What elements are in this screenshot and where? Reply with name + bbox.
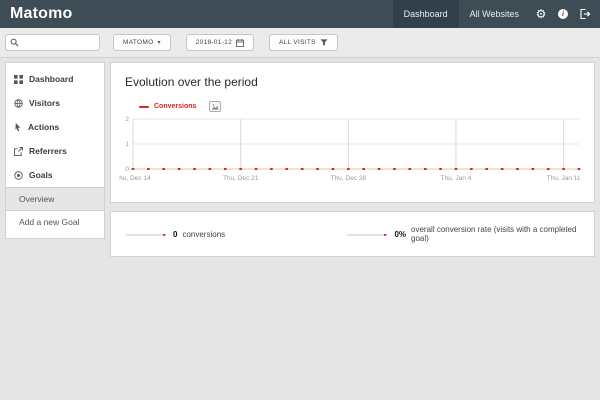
visitors-icon (14, 99, 23, 108)
sidebar-item-dashboard[interactable]: Dashboard (6, 67, 104, 91)
search-box[interactable] (5, 34, 100, 51)
segment-selector-button[interactable]: ALL VISITS (269, 34, 338, 51)
conversions-sparkline (124, 228, 168, 240)
legend-label: Conversions (154, 103, 196, 110)
toolbar: MATOMO ▾ 2018-01-12 ALL VISITS (0, 28, 600, 58)
sidebar-item-goals[interactable]: Goals (6, 163, 104, 187)
evolution-line-chart[interactable]: 0 1 2 Thu, Dec 14 Thu, Dec 21 Thu, Dec 28 Thu,… (119, 114, 586, 186)
search-input[interactable] (22, 39, 95, 46)
referrers-icon (14, 147, 23, 156)
goals-icon (14, 171, 23, 180)
conversion-rate-metric[interactable]: 0% overall conversion rate (visits with … (345, 225, 594, 243)
chevron-down-icon: ▾ (157, 39, 160, 46)
top-menu: Dashboard All Websites ⚙ i (393, 0, 600, 28)
svg-text:2: 2 (125, 116, 129, 123)
sidebar-item-referrers[interactable]: Referrers (6, 139, 104, 163)
info-icon[interactable]: i (552, 0, 574, 28)
sidebar-item-add-new-goal[interactable]: Add a new Goal (6, 211, 104, 233)
sidebar-item-overview[interactable]: Overview (6, 187, 104, 211)
top-header: Matomo Dashboard All Websites ⚙ i (0, 0, 600, 28)
svg-text:1: 1 (125, 141, 129, 148)
metrics-card: 0 conversions 0% overall conversion rate… (110, 211, 595, 257)
svg-text:0: 0 (125, 166, 129, 173)
svg-text:Thu, Dec 28: Thu, Dec 28 (331, 175, 367, 182)
export-image-icon[interactable] (209, 101, 221, 112)
sidebar-item-actions[interactable]: Actions (6, 115, 104, 139)
settings-icon[interactable]: ⚙ (530, 0, 552, 28)
signout-icon[interactable] (574, 0, 596, 28)
top-menu-all-websites[interactable]: All Websites (459, 0, 530, 28)
actions-icon (14, 123, 22, 132)
site-selector-button[interactable]: MATOMO ▾ (113, 34, 171, 51)
svg-text:Thu, Dec 21: Thu, Dec 21 (223, 175, 259, 182)
conversions-metric[interactable]: 0 conversions (111, 228, 345, 240)
chart-legend: Conversions (139, 101, 586, 112)
legend-line-swatch (139, 106, 149, 108)
chart-title: Evolution over the period (119, 75, 586, 89)
sidebar-item-visitors[interactable]: Visitors (6, 91, 104, 115)
top-menu-dashboard[interactable]: Dashboard (393, 0, 459, 28)
funnel-icon (320, 39, 328, 46)
calendar-icon (236, 39, 244, 47)
sidebar: Dashboard Visitors Actions Referrers Goa… (5, 62, 105, 239)
app-logo[interactable]: Matomo (0, 5, 73, 23)
svg-text:Thu, Dec 14: Thu, Dec 14 (119, 175, 151, 182)
evolution-chart-card: Evolution over the period Conversions 0 1… (110, 62, 595, 203)
search-icon (10, 38, 19, 47)
date-picker-button[interactable]: 2018-01-12 (186, 34, 254, 51)
dashboard-icon (14, 75, 23, 84)
svg-text:Thu, Jan 4: Thu, Jan 4 (441, 175, 472, 182)
conversion-rate-sparkline (345, 228, 389, 240)
svg-text:Thu, Jan 11: Thu, Jan 11 (547, 175, 581, 182)
